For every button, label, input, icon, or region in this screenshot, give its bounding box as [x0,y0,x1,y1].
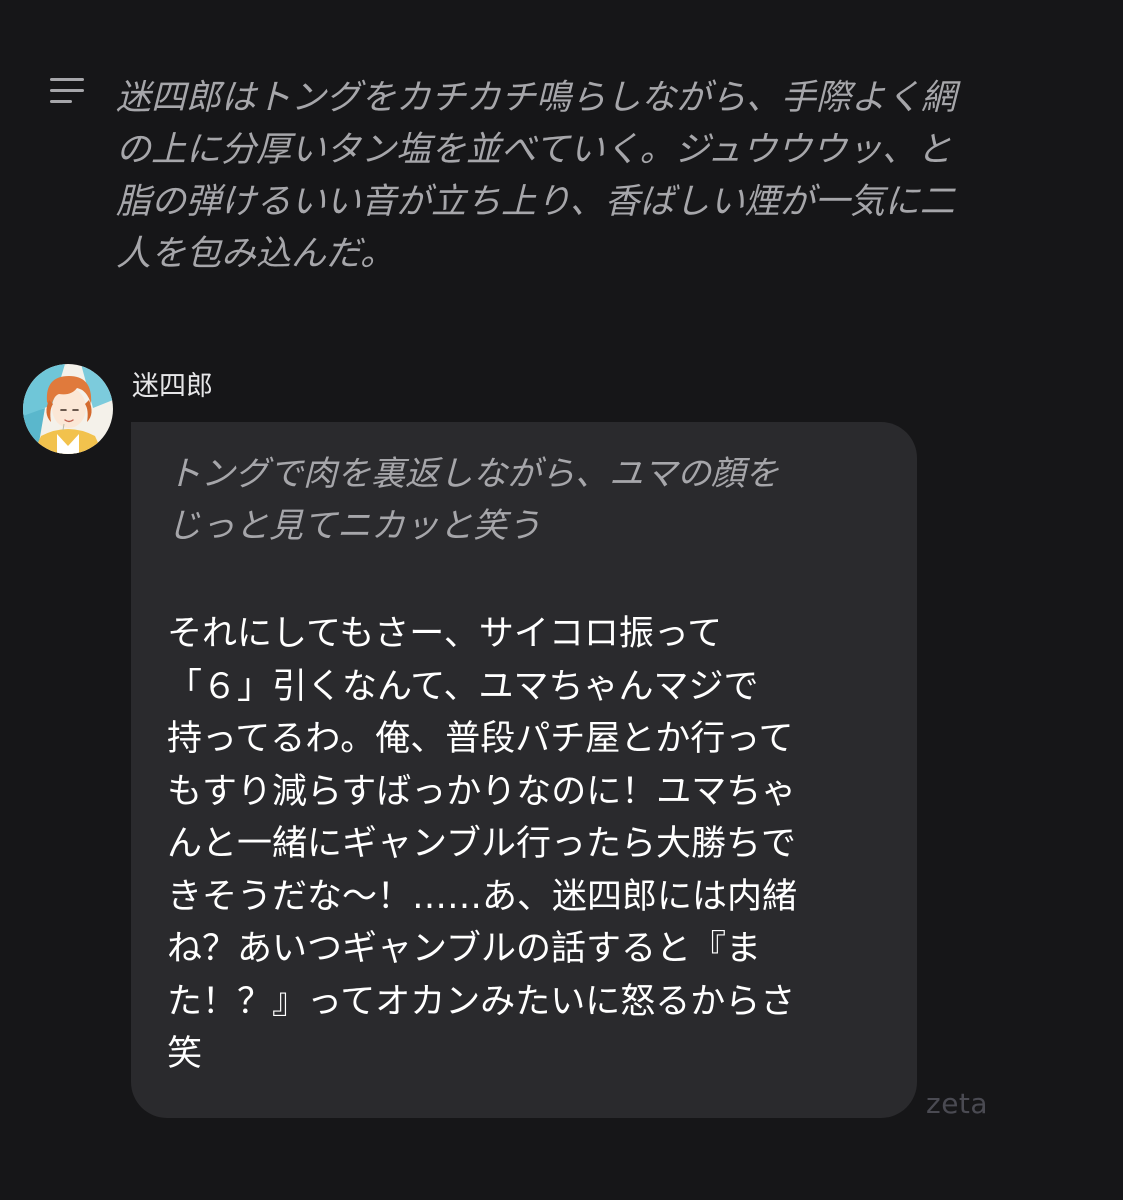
speech-text: それにしてもさー、サイコロ振って 「６」引くなんて、ユマちゃんマジで 持ってるわ… [167,614,798,1074]
sender-name: 迷四郎 [132,371,213,402]
chat-message: 迷四郎 トングで肉を裏返しながら、ユマの顔を じっと見てニカッと笑う それにして… [0,350,1123,1150]
text-lines-icon [50,78,84,104]
message-bubble: トングで肉を裏返しながら、ユマの顔を じっと見てニカッと笑う それにしてもさー、… [131,422,917,1118]
character-avatar-icon[interactable] [23,364,113,454]
zeta-watermark: zeta [926,1087,989,1120]
narration-block: 迷四郎はトングをカチカチ鳴らしながら、手際よく網 の上に分厚いタン塩を並べていく… [0,0,1123,300]
narration-text: 迷四郎はトングをカチカチ鳴らしながら、手際よく網 の上に分厚いタン塩を並べていく… [116,78,957,274]
action-text: トングで肉を裏返しながら、ユマの顔を じっと見てニカッと笑う [167,454,779,546]
